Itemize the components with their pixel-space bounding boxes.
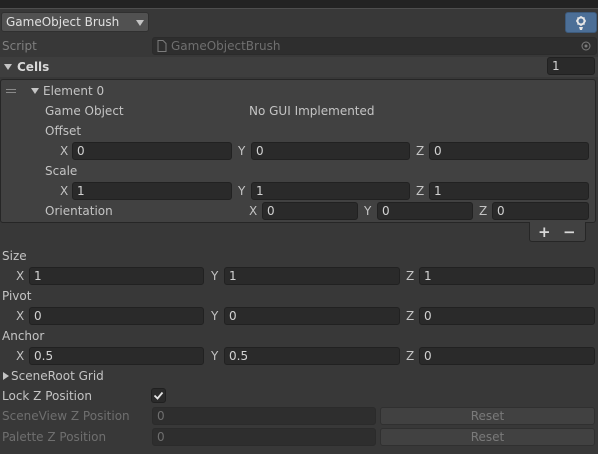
add-element-button[interactable]: + [538,224,551,240]
lock-z-label: Lock Z Position [2,389,92,403]
anchor-x-label: X [16,349,25,363]
palette-z-reset-button: Reset [380,428,595,446]
top-strip [0,0,598,8]
game-object-label: Game Object [45,104,124,118]
edit-brush-button[interactable] [565,12,597,33]
orientation-y-label: Y [364,204,372,218]
scale-z-label: Z [416,184,425,198]
scene-view-z-reset-button: Reset [380,407,595,425]
orientation-x-label: X [249,204,258,218]
cells-label: Cells [17,60,50,74]
size-z-field[interactable] [419,267,595,285]
pivot-y-field[interactable] [224,307,400,325]
offset-x-label: X [60,144,69,158]
object-picker-icon [581,41,591,51]
brush-dropdown[interactable]: GameObject Brush [1,12,149,32]
pivot-z-label: Z [406,309,415,323]
scale-x-field[interactable] [72,182,232,200]
scene-view-z-field [152,407,376,425]
chevron-down-icon [136,20,144,26]
pivot-z-field[interactable] [419,307,595,325]
pivot-y-label: Y [211,309,219,323]
scale-label: Scale [45,164,78,178]
size-x-label: X [16,269,25,283]
brush-gear-icon [576,16,586,30]
size-y-field[interactable] [224,267,400,285]
anchor-z-label: Z [406,349,415,363]
offset-x-field[interactable] [72,142,232,160]
anchor-label: Anchor [2,329,45,343]
cells-count-field[interactable] [547,57,595,75]
scale-y-field[interactable] [251,182,410,200]
anchor-x-field[interactable] [29,347,204,365]
size-z-label: Z [406,269,415,283]
anchor-y-field[interactable] [224,347,400,365]
scale-z-field[interactable] [429,182,589,200]
anchor-y-label: Y [211,349,219,363]
size-y-label: Y [211,269,219,283]
script-value: GameObjectBrush [171,39,281,53]
scale-x-label: X [60,184,69,198]
orientation-z-label: Z [479,204,488,218]
offset-label: Offset [45,124,82,138]
game-object-value: No GUI Implemented [249,104,375,118]
orientation-x-field[interactable] [262,202,358,220]
pivot-x-field[interactable] [29,307,204,325]
cells-foldout-icon[interactable] [4,64,12,70]
brush-dropdown-label: GameObject Brush [6,15,120,29]
size-label: Size [2,249,27,263]
offset-y-field[interactable] [251,142,410,160]
pivot-x-label: X [16,309,25,323]
cells-header[interactable] [0,57,598,77]
script-field: GameObjectBrush [152,37,597,55]
scale-y-label: Y [238,184,246,198]
size-x-field[interactable] [29,267,204,285]
scene-root-foldout-icon[interactable] [3,372,9,380]
offset-z-field[interactable] [429,142,589,160]
element-foldout-icon[interactable] [31,88,39,94]
palette-z-field [152,428,376,446]
script-label: Script [2,39,37,53]
drag-handle-icon[interactable] [6,89,16,93]
anchor-z-field[interactable] [419,347,595,365]
lock-z-checkbox[interactable] [151,388,166,403]
offset-y-label: Y [238,144,246,158]
script-file-icon [157,40,167,52]
element-title: Element 0 [43,84,105,98]
orientation-y-field[interactable] [377,202,473,220]
palette-z-label: Palette Z Position [2,430,107,444]
remove-element-button[interactable]: − [563,224,576,240]
offset-z-label: Z [416,144,425,158]
checkmark-icon [153,391,164,400]
orientation-z-field[interactable] [492,202,589,220]
scene-view-z-label: SceneView Z Position [2,409,130,423]
scene-root-label[interactable]: SceneRoot Grid [11,368,104,384]
separator-line [0,8,598,9]
pivot-label: Pivot [2,289,32,303]
orientation-label: Orientation [45,204,113,218]
